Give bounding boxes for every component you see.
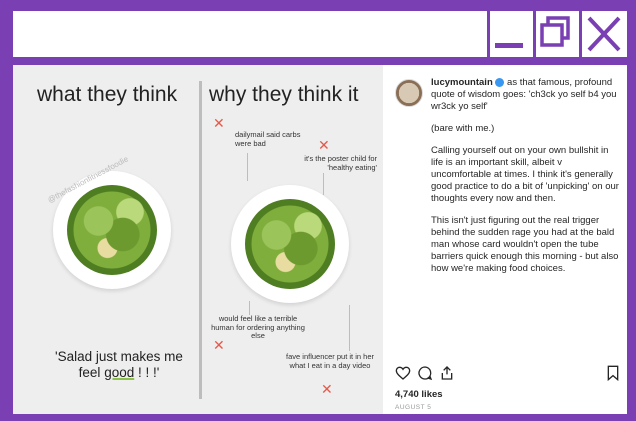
restore-icon [540, 16, 570, 47]
left-panel-title: what they think [37, 83, 178, 106]
post-date: AUGUST 5 [395, 404, 432, 411]
avatar[interactable] [395, 79, 423, 107]
panel-divider [199, 81, 202, 399]
annotation-line [249, 301, 250, 315]
close-button[interactable] [579, 11, 623, 57]
annotation-4: fave influencer put it in her what I eat… [286, 352, 374, 370]
annotation-2: it's the poster child for 'healthy eatin… [304, 154, 377, 172]
instagram-post-panel: lucymountain as that famous, profound qu… [385, 65, 627, 414]
heart-icon[interactable] [395, 365, 411, 381]
caption-paragraph-3: Calling yourself out on your own bullshi… [431, 145, 619, 204]
minimize-button[interactable] [487, 11, 531, 57]
title-bar [10, 8, 630, 60]
bookmark-icon[interactable] [605, 365, 621, 381]
infographic-image: what they think why they think it @thefa… [13, 65, 383, 414]
quote-emphasis: good [104, 365, 135, 380]
quote-post: ! ! !' [134, 365, 160, 380]
post-content: what they think why they think it @thefa… [10, 62, 630, 417]
caption-paragraph-4: This isn't just figuring out the real tr… [431, 215, 619, 274]
annotation-line [323, 173, 324, 195]
post-caption: lucymountain as that famous, profound qu… [431, 77, 621, 285]
annotation-1: dailymail said carbs were bad [235, 130, 301, 148]
minimize-icon [495, 43, 523, 48]
right-panel-title: why they think it [209, 83, 359, 106]
post-actions [395, 365, 621, 383]
share-icon[interactable] [439, 365, 455, 381]
close-icon [587, 16, 621, 52]
cross-mark: ✕ [213, 337, 225, 353]
comment-icon[interactable] [417, 365, 433, 381]
salad [245, 199, 335, 289]
restore-button[interactable] [533, 11, 577, 57]
salad [67, 185, 157, 275]
likes-count[interactable]: 4,740 likes [395, 389, 443, 400]
caption-paragraph-2: (bare with me.) [431, 123, 495, 134]
salad-plate-right [231, 185, 349, 303]
cross-mark: ✕ [318, 137, 330, 153]
cross-mark: ✕ [213, 115, 225, 131]
cross-mark: ✕ [321, 381, 333, 397]
annotation-line [247, 153, 248, 181]
quote-text: 'Salad just makes me feel good ! ! !' [49, 349, 189, 381]
username-link[interactable]: lucymountain [431, 77, 493, 88]
annotation-line [349, 305, 350, 351]
